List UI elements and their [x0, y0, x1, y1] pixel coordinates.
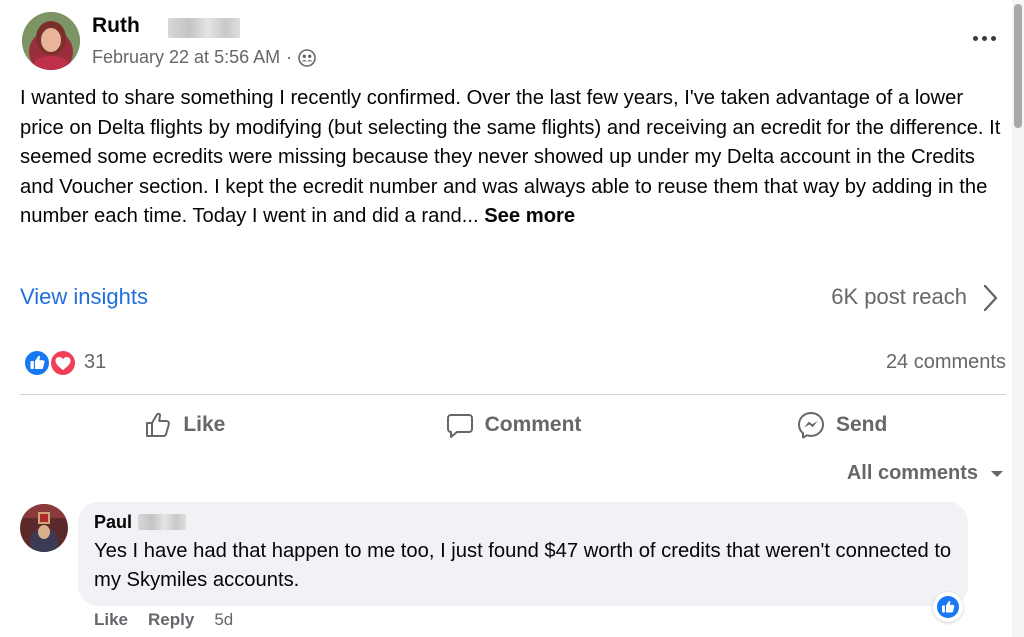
- commenter-name[interactable]: Paul: [94, 512, 132, 532]
- comment-label: Comment: [484, 413, 582, 436]
- insights-row: View insights 6K post reach: [20, 280, 1005, 316]
- meta-separator: ·: [286, 47, 293, 67]
- comments-filter-label: All comments: [846, 462, 978, 484]
- more-dot-icon: [990, 35, 996, 41]
- comment-timestamp[interactable]: 5d: [214, 610, 233, 630]
- comment-reply-button[interactable]: Reply: [148, 610, 194, 630]
- scrollbar-thumb[interactable]: [1014, 4, 1022, 128]
- redacted-surname: [168, 18, 240, 38]
- more-dot-icon: [981, 35, 987, 41]
- see-more-link[interactable]: See more: [484, 205, 575, 227]
- love-reaction-icon: [49, 349, 77, 377]
- reaction-count[interactable]: 31: [84, 351, 106, 374]
- like-button[interactable]: Like: [20, 404, 349, 446]
- friends-icon[interactable]: [298, 48, 316, 67]
- author-name[interactable]: Ruth: [92, 14, 140, 38]
- reaction-icons[interactable]: [22, 348, 78, 378]
- reactions-row: 31 24 comments: [20, 346, 1006, 380]
- comment-bubble: Paul Yes I have had that happen to me to…: [78, 502, 968, 606]
- post-actions: Like Comment Send: [20, 404, 1006, 446]
- chevron-right-icon[interactable]: [979, 282, 1001, 314]
- caret-down-icon: [991, 470, 1003, 477]
- comment-icon: [446, 414, 473, 438]
- post-timestamp[interactable]: February 22 at 5:56 AM: [92, 47, 280, 68]
- like-reaction-icon: [23, 349, 51, 377]
- redacted-surname: [138, 514, 187, 530]
- like-reaction-icon: [937, 596, 959, 618]
- thumbs-up-icon: [146, 412, 171, 437]
- post-body: I wanted to share something I recently c…: [20, 84, 1010, 232]
- commenter-avatar[interactable]: [20, 504, 68, 552]
- like-label: Like: [183, 413, 226, 436]
- more-options-button[interactable]: [966, 26, 1002, 50]
- commenter-name-row: Paul: [94, 512, 952, 533]
- post-reach[interactable]: 6K post reach: [831, 284, 967, 310]
- send-label: Send: [836, 413, 888, 436]
- comment-button[interactable]: Comment: [349, 404, 678, 446]
- post-meta: February 22 at 5:56 AM ·: [92, 47, 316, 68]
- more-dot-icon: [972, 35, 978, 41]
- view-insights-link[interactable]: View insights: [20, 284, 148, 310]
- post-header: Ruth February 22 at 5:56 AM ·: [22, 12, 1002, 72]
- comment-text: Yes I have had that happen to me too, I …: [94, 540, 952, 591]
- comment-actions: Like Reply 5d: [94, 610, 233, 630]
- divider: [20, 394, 1006, 395]
- comments-count[interactable]: 24 comments: [886, 351, 1006, 374]
- author-avatar[interactable]: [22, 12, 80, 70]
- send-button[interactable]: Send: [677, 404, 1006, 446]
- scrollbar[interactable]: [1012, 0, 1024, 637]
- messenger-icon: [798, 412, 824, 439]
- comment-reaction-badge[interactable]: [933, 592, 963, 622]
- comment-like-button[interactable]: Like: [94, 610, 128, 630]
- comments-filter-dropdown[interactable]: All comments: [847, 462, 1004, 485]
